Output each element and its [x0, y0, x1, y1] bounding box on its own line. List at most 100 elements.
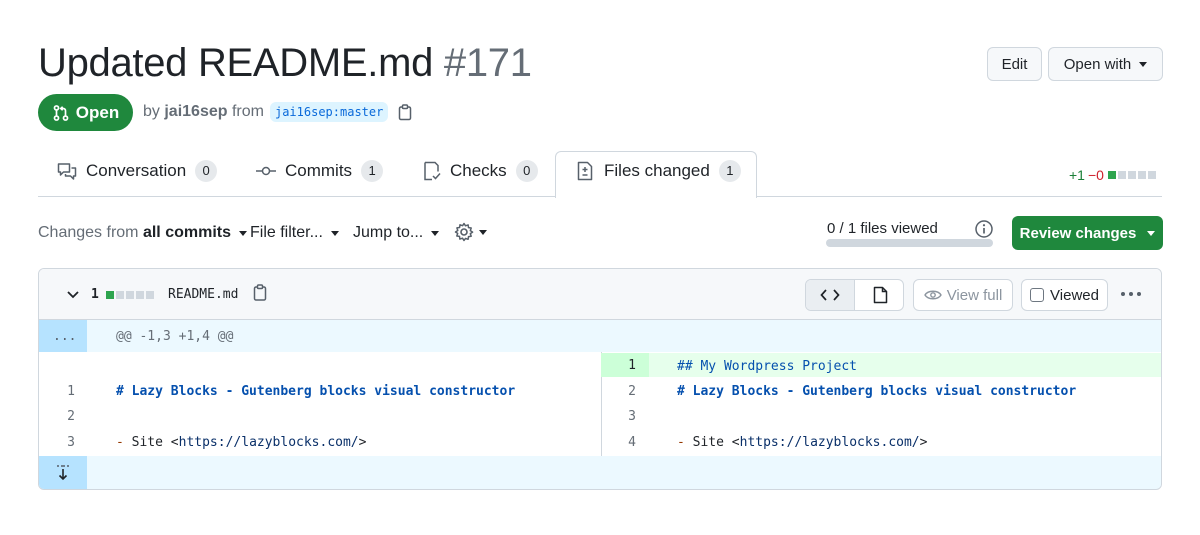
file-header: 1 README.md View full Viewed [39, 269, 1161, 320]
caret-down-icon [238, 230, 247, 236]
view-full-button[interactable]: View full [913, 279, 1013, 311]
file-name-link[interactable]: README.md [168, 287, 238, 302]
tab-files-changed-label: Files changed [604, 161, 710, 180]
diffstat-block [1137, 171, 1146, 179]
tab-conversation-count: 0 [195, 160, 218, 182]
changes-from-dropdown[interactable]: Changes from all commits [38, 224, 247, 242]
left-line-number[interactable]: 1 [45, 384, 75, 399]
caret-down-icon [479, 229, 487, 235]
git-pull-request-icon [53, 104, 69, 121]
eye-icon [923, 290, 942, 300]
diffstat-additions: +1 [1069, 167, 1085, 183]
right-line-number[interactable]: 1 [606, 358, 636, 373]
diffstat-block [146, 291, 154, 299]
diffstat-block [1127, 171, 1136, 179]
from-word: from [231, 103, 264, 120]
open-with-button[interactable]: Open with [1048, 47, 1163, 81]
right-line-number[interactable]: 2 [606, 384, 636, 399]
caret-down-icon [330, 230, 339, 236]
right-line-number[interactable]: 4 [606, 435, 636, 450]
file-diff-icon [577, 161, 593, 181]
file-diffstat [106, 291, 154, 299]
source-diff-button[interactable] [806, 280, 855, 310]
tab-commits[interactable]: Commits 1 [256, 160, 384, 182]
pr-meta: by jai16sep from jai16sep:master [143, 102, 413, 122]
diffstat-block [1117, 171, 1126, 179]
code-text: ## My Wordpress Project [677, 359, 858, 374]
right-code-line: # Lazy Blocks - Gutenberg blocks visual … [677, 384, 1076, 399]
tab-checks-count: 0 [515, 160, 538, 182]
diffstat-block [1107, 171, 1116, 179]
left-code-line: - Site <https://lazyblocks.com/> [116, 435, 367, 450]
pr-title: Updated README.md #171 [38, 38, 532, 88]
comment-discussion-icon [57, 163, 77, 180]
tab-checks-label: Checks [450, 161, 507, 180]
files-viewed-count: 0 / 1 files viewed [827, 220, 938, 237]
diffstat-block [1147, 171, 1156, 179]
unfold-down-icon [57, 465, 69, 481]
changes-value: all commits [142, 224, 231, 241]
diff-settings-dropdown[interactable] [454, 222, 487, 242]
jump-to-dropdown[interactable]: Jump to... [353, 224, 440, 242]
diffstat: +1 −0 [1069, 167, 1156, 183]
left-code-line: # Lazy Blocks - Gutenberg blocks visual … [116, 384, 515, 399]
right-code-line: - Site <https://lazyblocks.com/> [677, 435, 928, 450]
code-text: # Lazy Blocks - Gutenberg blocks visual … [677, 384, 1077, 399]
copy-icon[interactable] [252, 284, 268, 302]
file-change-count: 1 [91, 287, 99, 302]
gear-icon [454, 222, 474, 242]
branch-label[interactable]: jai16sep:master [269, 102, 389, 122]
code-text: # Lazy Blocks - Gutenberg blocks visual … [116, 384, 516, 399]
review-changes-button[interactable]: Review changes [1012, 216, 1163, 250]
edit-button[interactable]: Edit [987, 47, 1042, 81]
chevron-down-icon[interactable] [66, 290, 80, 300]
kebab-horizontal-icon[interactable] [1120, 291, 1142, 297]
tab-files-changed-count: 1 [718, 160, 741, 182]
changes-prefix: Changes from [38, 224, 139, 241]
diffstat-deletions: −0 [1087, 167, 1104, 183]
expand-row [39, 456, 1161, 489]
hunk-expand-dots: ... [53, 329, 77, 344]
diffstat-block [136, 291, 144, 299]
code-icon [820, 289, 840, 301]
pr-state-label: Open [75, 102, 120, 122]
pr-author-link[interactable]: jai16sep [164, 103, 227, 121]
tab-conversation[interactable]: Conversation 0 [57, 160, 218, 182]
view-full-label: View full [946, 286, 1003, 304]
pr-title-text: Updated README.md [38, 41, 434, 85]
file-filter-dropdown[interactable]: File filter... [250, 224, 339, 242]
right-code-line-added: ## My Wordpress Project [677, 359, 857, 374]
tab-commits-label: Commits [285, 161, 353, 180]
tab-conversation-label: Conversation [86, 161, 187, 180]
by-prefix: by [143, 103, 160, 120]
file-diff: 1 README.md View full Viewed ... @@ -1,3… [38, 268, 1162, 490]
diffstat-block [106, 291, 114, 299]
viewed-checkbox-button[interactable]: Viewed [1021, 279, 1108, 311]
rich-diff-button[interactable] [856, 280, 904, 310]
review-changes-label: Review changes [1019, 224, 1137, 242]
caret-down-icon [1147, 230, 1156, 236]
pr-state-badge: Open [38, 94, 133, 131]
pr-number: #171 [443, 41, 532, 85]
view-toggle-group [805, 279, 904, 311]
left-line-number[interactable]: 3 [45, 435, 75, 450]
viewed-label: Viewed [1050, 286, 1099, 304]
jump-to-label: Jump to... [353, 224, 424, 241]
diffstat-block [116, 291, 124, 299]
caret-down-icon [431, 230, 440, 236]
files-viewed-progress [826, 239, 993, 247]
checklist-icon [424, 161, 441, 181]
viewed-checkbox[interactable] [1030, 288, 1045, 302]
git-commit-icon [256, 166, 276, 176]
tab-checks[interactable]: Checks 0 [423, 160, 538, 182]
hunk-header: @@ -1,3 +1,4 @@ [116, 329, 234, 344]
open-with-label: Open with [1063, 55, 1132, 73]
right-line-number[interactable]: 3 [606, 409, 636, 424]
copy-icon[interactable] [397, 103, 413, 121]
tab-files-changed[interactable]: Files changed 1 [577, 160, 741, 182]
file-icon [873, 286, 887, 304]
left-line-number[interactable]: 2 [45, 409, 75, 424]
diffstat-block [126, 291, 134, 299]
info-icon[interactable] [974, 219, 994, 239]
file-filter-label: File filter... [250, 224, 323, 241]
